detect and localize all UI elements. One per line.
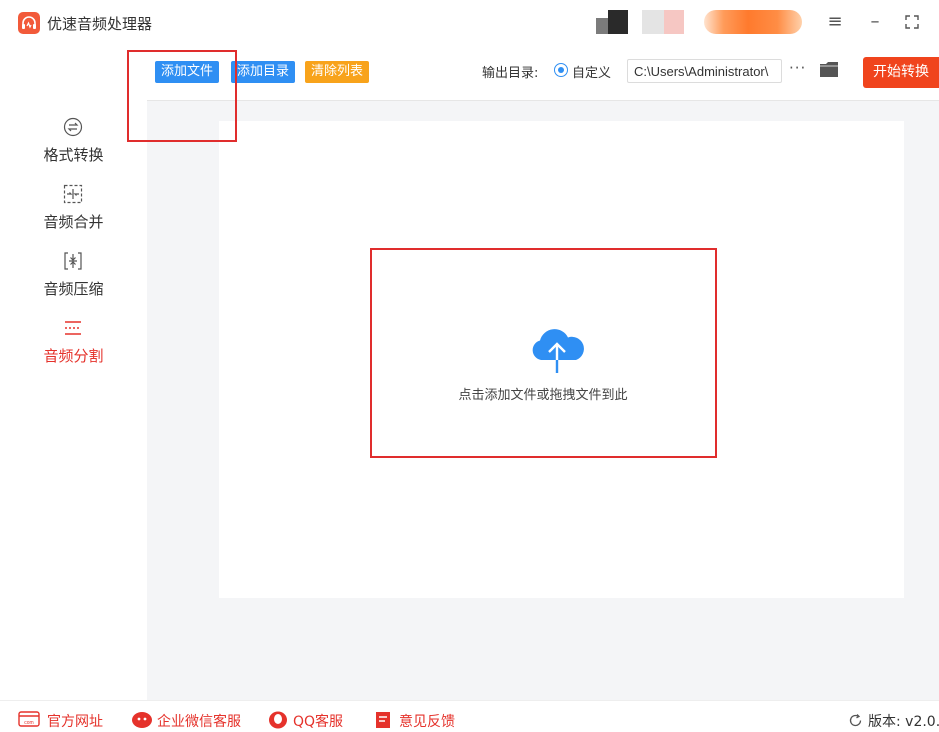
maximize-icon[interactable] — [899, 9, 925, 35]
sidebar-item-format-convert[interactable]: 格式转换 — [0, 117, 147, 177]
start-convert-button[interactable]: 开始转换 — [863, 57, 939, 88]
convert-icon — [63, 117, 83, 137]
output-path-input[interactable]: C:\Users\Administrator\ — [627, 59, 782, 83]
compress-icon — [64, 252, 82, 270]
sidebar-item-audio-merge[interactable]: 音频合并 — [0, 184, 147, 244]
highlight-box-add-file — [127, 50, 237, 142]
clear-list-button[interactable]: 清除列表 — [305, 61, 370, 83]
custom-radio-label[interactable]: 自定义 — [572, 62, 611, 81]
website-icon[interactable]: com — [18, 711, 40, 727]
split-icon — [65, 321, 81, 335]
add-directory-button[interactable]: 添加目录 — [231, 61, 296, 83]
sidebar-item-label: 音频合并 — [43, 213, 104, 231]
blurred-vip-badge[interactable] — [704, 10, 802, 34]
title-bar: 优速音频处理器 ≡ – — [0, 0, 939, 45]
qq-icon[interactable] — [268, 711, 288, 729]
app-logo-icon — [18, 12, 40, 34]
app-title: 优速音频处理器 — [47, 15, 153, 33]
more-options-icon[interactable]: ··· — [789, 59, 806, 77]
merge-icon — [63, 184, 83, 204]
custom-radio[interactable] — [554, 63, 568, 77]
output-directory-label: 输出目录: — [482, 66, 539, 81]
blurred-account-info — [596, 10, 686, 34]
wechat-service-icon[interactable] — [131, 711, 153, 729]
menu-icon[interactable]: ≡ — [822, 9, 848, 35]
official-website-link[interactable]: 官方网址 — [47, 711, 103, 731]
feedback-link[interactable]: 意见反馈 — [399, 711, 455, 731]
feedback-icon[interactable] — [375, 711, 391, 729]
version-label: 版本: v2.0. — [868, 714, 939, 730]
qq-service-link[interactable]: QQ客服 — [293, 711, 343, 731]
toolbar: 添加文件 添加目录 清除列表 输出目录: 自定义 C:\Users\Admini… — [147, 45, 939, 101]
sidebar: 格式转换 音频合并 音频压缩 音频分割 — [0, 45, 147, 700]
sidebar-item-label: 格式转换 — [43, 146, 104, 164]
sidebar-item-audio-split[interactable]: 音频分割 — [0, 318, 147, 378]
footer-bar: com 官方网址 企业微信客服 QQ客服 意见反馈 版本: v2.0. — [0, 700, 939, 732]
refresh-icon[interactable] — [848, 713, 863, 728]
highlight-box-drop-zone — [370, 248, 717, 458]
minimize-icon[interactable]: – — [862, 9, 888, 35]
folder-icon[interactable] — [819, 61, 839, 78]
wechat-service-link[interactable]: 企业微信客服 — [157, 711, 241, 731]
sidebar-item-audio-compress[interactable]: 音频压缩 — [0, 251, 147, 311]
svg-text:com: com — [24, 720, 33, 726]
sidebar-item-label: 音频压缩 — [43, 280, 104, 298]
sidebar-item-label: 音频分割 — [43, 347, 104, 365]
